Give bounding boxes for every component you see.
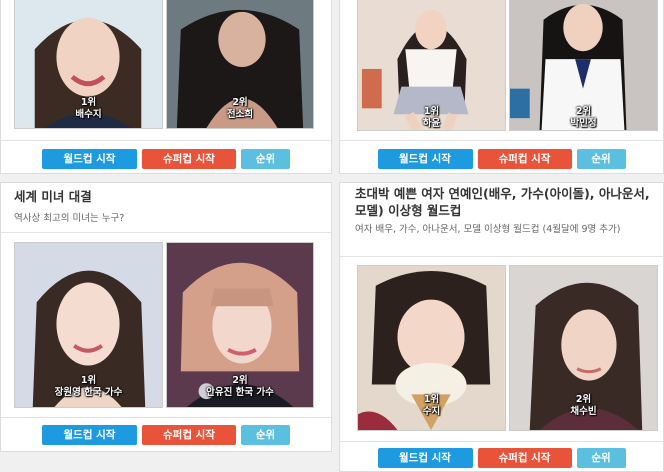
- card-title[interactable]: 세계 미녀 대결: [14, 188, 92, 205]
- worldcup-start-button[interactable]: 월드컵 시작: [377, 448, 473, 468]
- worldcup-card: 1위 하윤 2위 박민정 월드컵 시작 슈퍼컵 시작 순위: [339, 0, 664, 174]
- first-place-photo[interactable]: 1위 배수지: [14, 0, 163, 129]
- superworldcup-start-button[interactable]: 슈퍼컵 시작: [142, 425, 236, 445]
- superworldcup-start-button[interactable]: 슈퍼컵 시작: [142, 149, 236, 169]
- button-row: 월드컵 시작 슈퍼컵 시작 순위: [340, 149, 663, 170]
- worldcup-start-button[interactable]: 월드컵 시작: [42, 149, 137, 169]
- card-description: 여자 배우, 가수, 아나운서, 모델 이상형 월드컵 (4월달에 9명 추가): [355, 224, 621, 235]
- button-row: 월드컵 시작 슈퍼컵 시작 순위: [1, 425, 331, 446]
- ranking-button[interactable]: 순위: [241, 425, 290, 445]
- divider: [340, 140, 663, 141]
- second-place-photo[interactable]: 2위 안유진 한국 가수: [166, 242, 314, 408]
- worldcup-card: 1위 배수지 2위 전소희 월드컵 시작 슈퍼컵 시작 순위: [0, 0, 332, 174]
- button-row: 월드컵 시작 슈퍼컵 시작 순위: [1, 149, 331, 170]
- worldcup-card: 초대박 예쁜 여자 연예인(배우, 가수(아이돌), 아나운서, 모델) 이상형…: [339, 182, 664, 472]
- superworldcup-start-button[interactable]: 슈퍼컵 시작: [477, 149, 572, 169]
- second-place-photo[interactable]: 2위 채수빈: [509, 265, 658, 431]
- second-place-photo[interactable]: 2위 전소희: [166, 0, 314, 129]
- card-description: 역사상 최고의 미녀는 누구?: [14, 213, 125, 224]
- first-place-photo[interactable]: 1위 수지: [357, 265, 506, 431]
- card-title[interactable]: 초대박 예쁜 여자 연예인(배우, 가수(아이돌), 아나운서, 모델) 이상형…: [355, 185, 661, 219]
- second-place-photo[interactable]: 2위 박민정: [509, 0, 658, 131]
- ranking-button[interactable]: 순위: [576, 149, 626, 169]
- superworldcup-start-button[interactable]: 슈퍼컵 시작: [477, 448, 572, 468]
- button-row: 월드컵 시작 슈퍼컵 시작 순위: [340, 448, 663, 469]
- ranking-button[interactable]: 순위: [241, 149, 290, 169]
- divider: [340, 256, 663, 257]
- divider: [340, 441, 663, 442]
- divider: [1, 417, 331, 418]
- worldcup-card: 세계 미녀 대결 역사상 최고의 미녀는 누구? 1위 장원영 한국 가수 2위…: [0, 182, 332, 452]
- ranking-button[interactable]: 순위: [576, 448, 626, 468]
- first-place-photo[interactable]: 1위 하윤: [357, 0, 506, 131]
- worldcup-start-button[interactable]: 월드컵 시작: [377, 149, 473, 169]
- divider: [1, 140, 331, 141]
- worldcup-start-button[interactable]: 월드컵 시작: [42, 425, 137, 445]
- first-place-photo[interactable]: 1위 장원영 한국 가수: [14, 242, 163, 408]
- divider: [1, 232, 331, 233]
